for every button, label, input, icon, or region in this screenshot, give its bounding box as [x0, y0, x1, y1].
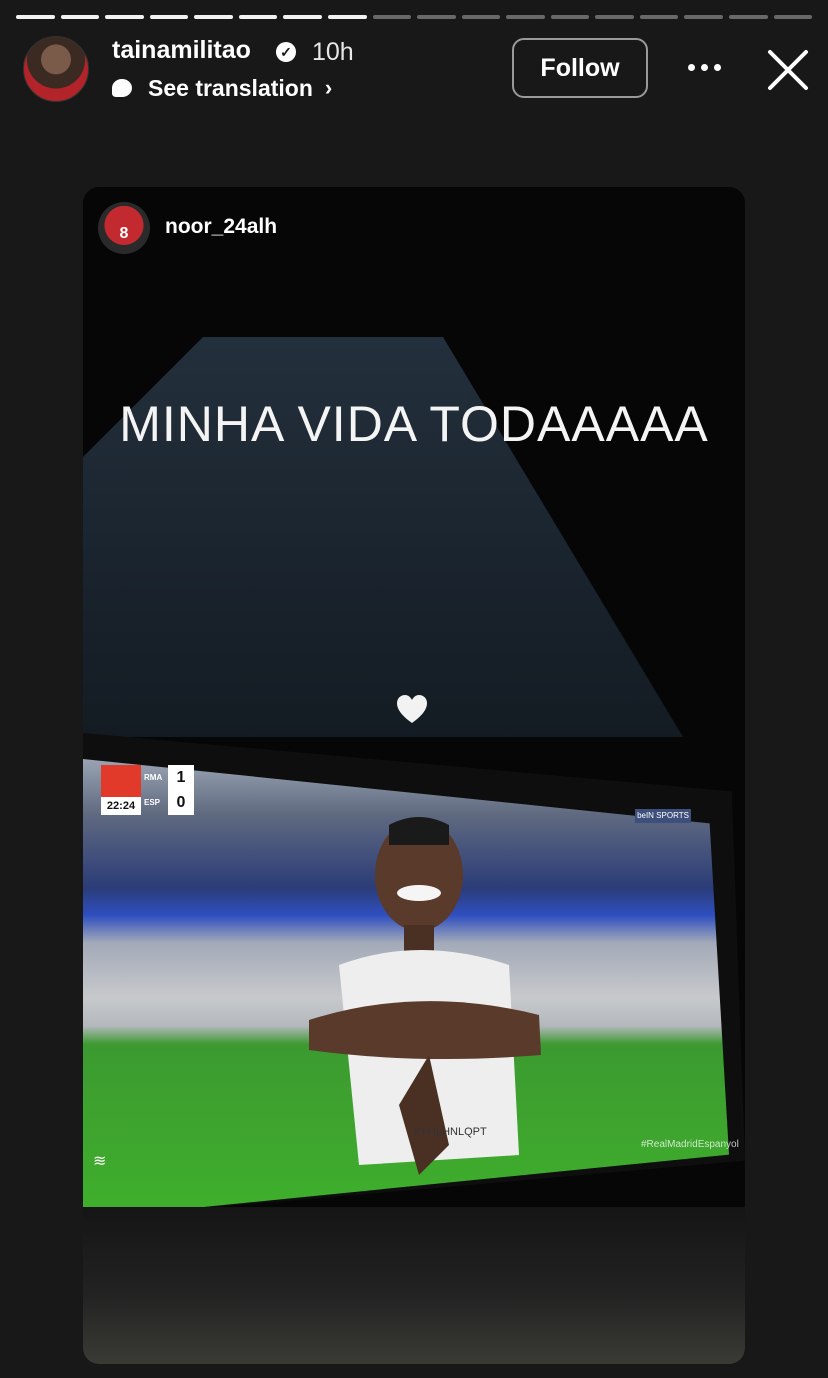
home-team: RMA	[144, 773, 163, 782]
progress-segment	[461, 15, 501, 19]
broadcast-hashtag: #RealMadridEspanyol	[641, 1139, 739, 1150]
follow-button[interactable]: Follow	[512, 38, 648, 98]
progress-segment	[238, 15, 278, 19]
avatar-number: 8	[119, 225, 129, 242]
story-progress-bar	[16, 15, 813, 19]
shared-story-avatar[interactable]: 8	[98, 202, 150, 254]
story-caption: MINHA VIDA TODAAAAA	[119, 396, 709, 452]
home-score: 1	[176, 768, 186, 786]
close-icon[interactable]	[766, 48, 810, 92]
progress-segment	[506, 15, 545, 19]
verified-badge-icon: ✓	[276, 42, 296, 62]
broadcaster-badge: beIN SPORTS	[635, 809, 691, 823]
chevron-right-icon: ›	[324, 75, 333, 100]
profile-username[interactable]: tainamilitao	[112, 36, 251, 65]
progress-segment	[729, 15, 768, 19]
post-time: 10h	[312, 38, 354, 66]
scoreboard: 22:24 RMA ESP 1 0	[101, 765, 195, 815]
scoreboard-goals: 1 0	[168, 765, 194, 815]
progress-segment	[60, 15, 100, 19]
progress-segment	[327, 15, 367, 19]
progress-segment	[16, 15, 55, 19]
heart-icon	[397, 695, 427, 723]
progress-segment	[283, 15, 322, 19]
more-options-icon[interactable]	[688, 57, 728, 77]
progress-segment	[372, 15, 412, 19]
progress-segment	[105, 15, 144, 19]
shared-story-card[interactable]: 8 noor_24alh MINHA VIDA TODAAAAA 22:24 R…	[83, 187, 745, 1364]
progress-segment	[194, 15, 233, 19]
league-logo-icon: 22:24	[101, 765, 141, 815]
see-translation-link[interactable]: See translation ›	[112, 73, 332, 103]
tv-stand	[83, 1207, 745, 1364]
match-clock: 22:24	[106, 800, 136, 812]
progress-segment	[639, 15, 679, 19]
jersey-sponsor-text: KFHLHNLQPT	[414, 1126, 487, 1138]
shared-story-username[interactable]: noor_24alh	[165, 215, 277, 239]
progress-segment	[773, 15, 813, 19]
player-image: KFHLHNLQPT	[309, 817, 541, 1175]
progress-segment	[417, 15, 456, 19]
progress-segment	[595, 15, 634, 19]
progress-segment	[684, 15, 723, 19]
away-score: 0	[176, 793, 186, 811]
progress-segment	[149, 15, 189, 19]
translate-bubble-icon	[112, 79, 132, 97]
see-translation-label: See translation	[148, 74, 313, 101]
progress-segment	[550, 15, 590, 19]
scoreboard-teams: RMA ESP	[141, 765, 168, 815]
broadcast-corner-logo-icon: ≋	[93, 1153, 107, 1170]
away-team: ESP	[144, 798, 161, 807]
profile-avatar[interactable]	[23, 36, 89, 102]
